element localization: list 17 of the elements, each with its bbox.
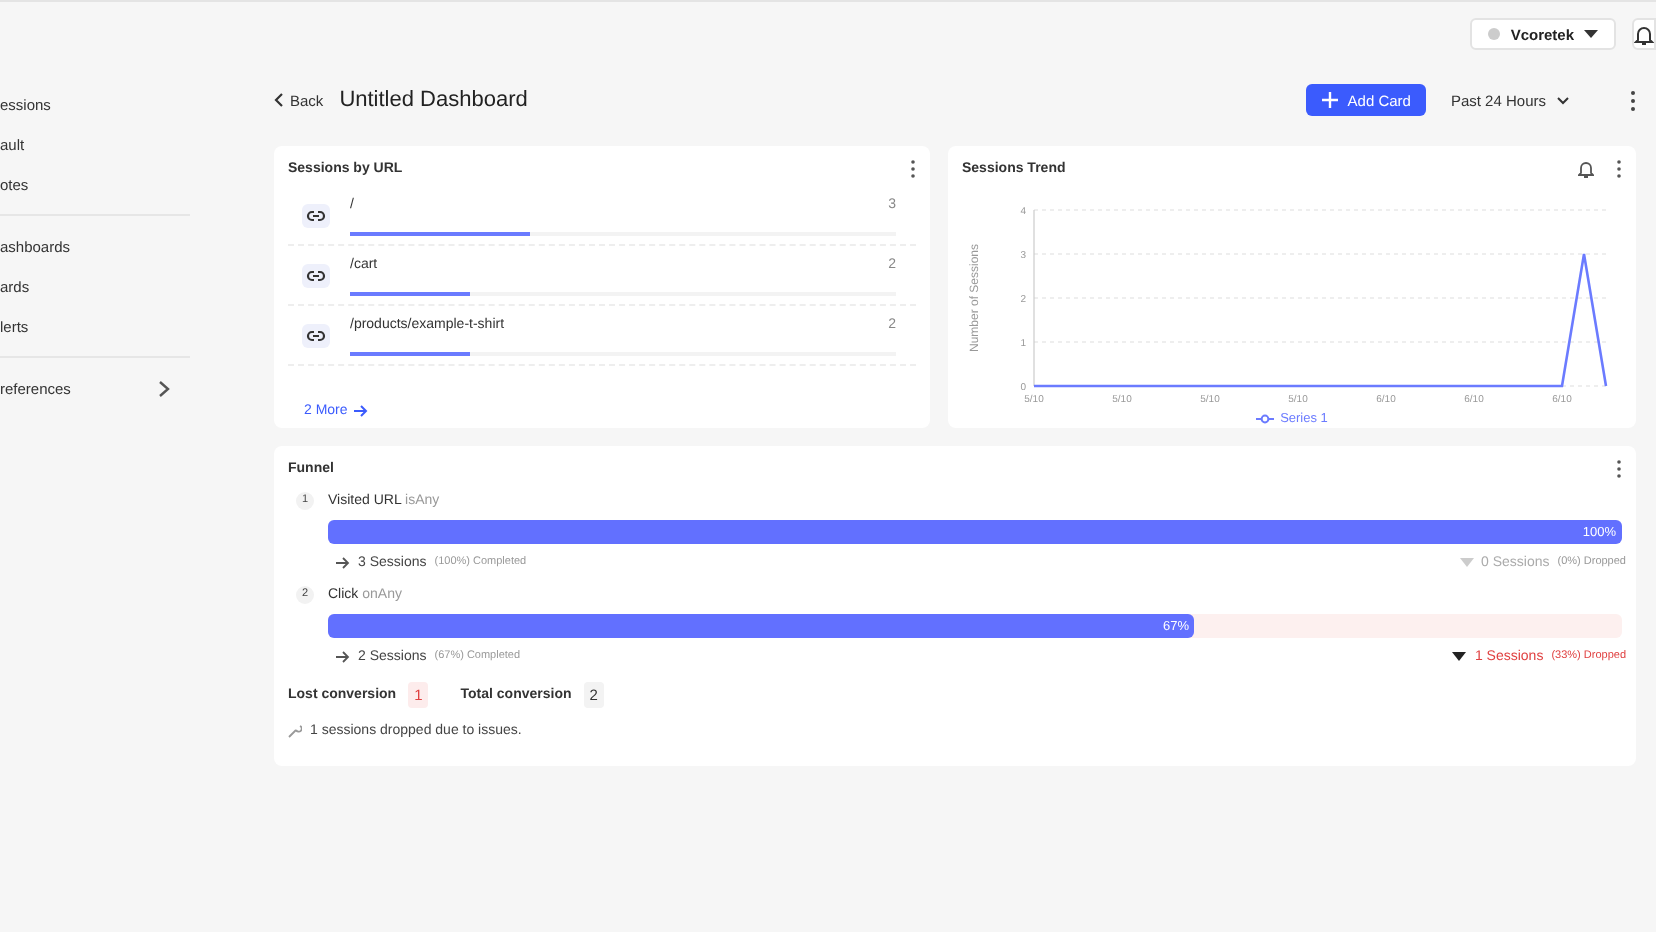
- more-icon[interactable]: [1616, 459, 1622, 477]
- plus-icon: [1321, 92, 1338, 108]
- link-icon: [302, 324, 330, 348]
- chevron-left-icon: [274, 92, 284, 108]
- arrow-right-icon: [336, 649, 350, 663]
- more-icon[interactable]: [1616, 159, 1622, 177]
- arrow-right-icon: [353, 404, 368, 418]
- chevron-down-icon: [1556, 95, 1570, 105]
- notifications-button[interactable]: [1632, 18, 1656, 50]
- caret-icon: [1584, 29, 1598, 39]
- link-icon: [302, 264, 330, 288]
- bell-icon[interactable]: [1578, 159, 1594, 177]
- link-icon: [302, 204, 330, 228]
- more-icon[interactable]: [910, 159, 916, 177]
- dashboard-title: Untitled Dashboard: [339, 88, 528, 112]
- more-icon[interactable]: [1630, 89, 1636, 111]
- arrow-right-icon: [336, 555, 350, 569]
